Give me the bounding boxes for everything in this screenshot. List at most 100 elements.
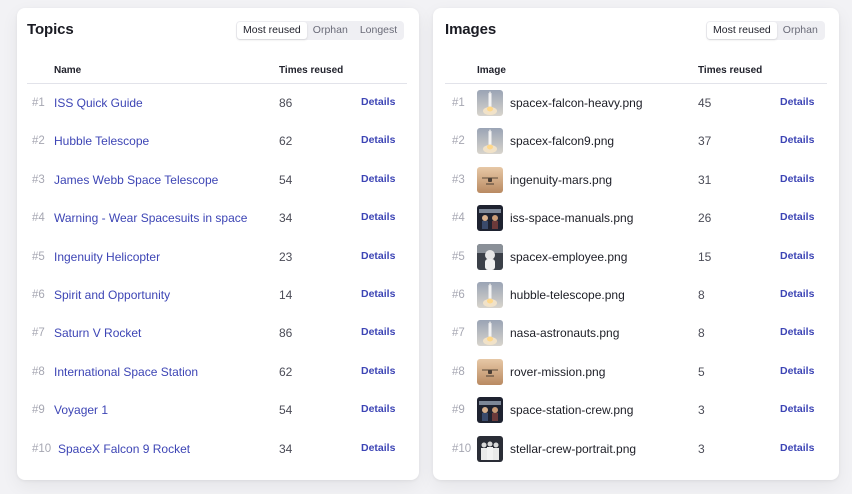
table-row: #1 spacex-falcon-heavy.png 45 Details: [433, 84, 839, 122]
details-link[interactable]: Details: [780, 276, 814, 312]
times-reused-value: 31: [698, 172, 712, 187]
details-link[interactable]: Details: [361, 238, 395, 274]
table-row: #4 Warning - Wear Spacesuits in space 34 De…: [17, 199, 419, 237]
image-thumbnail: [477, 205, 503, 232]
rank-label: #2: [32, 135, 45, 148]
image-filename: iss-space-manuals.png: [510, 211, 634, 226]
topics-table-body: #1 ISS Quick Guide 86 Details #2 Hubble Teles…: [17, 84, 419, 468]
details-link[interactable]: Details: [780, 314, 814, 350]
details-link[interactable]: Details: [361, 314, 395, 350]
rank-label: #8: [32, 365, 45, 378]
topic-link[interactable]: Warning - Wear Spacesuits in space: [54, 199, 247, 237]
table-row: #10 stellar-crew-portrait.png 3 Details: [433, 430, 839, 468]
details-link[interactable]: Details: [780, 161, 814, 197]
details-link[interactable]: Details: [361, 391, 395, 427]
topic-link[interactable]: Ingenuity Helicopter: [54, 238, 160, 276]
table-row: #2 Hubble Telescope 62 Details: [17, 122, 419, 160]
tab-orphan[interactable]: Orphan: [777, 22, 824, 39]
times-reused-value: 37: [698, 134, 712, 149]
image-filename: spacex-employee.png: [510, 249, 628, 264]
tab-longest[interactable]: Longest: [354, 22, 403, 39]
details-link[interactable]: Details: [780, 84, 814, 120]
details-link[interactable]: Details: [780, 391, 814, 427]
rank-label: #4: [32, 212, 45, 225]
image-thumbnail: [477, 281, 503, 308]
rank-label: #3: [452, 173, 465, 186]
topic-link[interactable]: Spirit and Opportunity: [54, 276, 170, 314]
table-row: #9 space-station-crew.png 3 Details: [433, 391, 839, 429]
topic-link[interactable]: James Webb Space Telescope: [54, 161, 218, 199]
details-link[interactable]: Details: [361, 276, 395, 312]
table-row: #8 International Space Station 62 Details: [17, 353, 419, 391]
details-link[interactable]: Details: [780, 353, 814, 389]
column-header-image: Image: [477, 65, 506, 76]
details-link[interactable]: Details: [361, 430, 395, 466]
images-table-header: Image Times reused: [433, 62, 839, 84]
times-reused-value: 5: [698, 364, 705, 379]
rank-label: #8: [452, 365, 465, 378]
rank-label: #6: [32, 288, 45, 301]
details-link[interactable]: Details: [780, 122, 814, 158]
rank-label: #1: [32, 97, 45, 109]
topic-link[interactable]: International Space Station: [54, 353, 198, 391]
times-reused-value: 26: [698, 211, 712, 226]
details-link[interactable]: Details: [361, 84, 395, 120]
table-row: #1 ISS Quick Guide 86 Details: [17, 84, 419, 122]
times-reused-value: 8: [698, 287, 705, 302]
table-row: #7 nasa-astronauts.png 8 Details: [433, 314, 839, 352]
image-thumbnail: [477, 358, 503, 385]
details-link[interactable]: Details: [780, 430, 814, 466]
tab-most-reused[interactable]: Most reused: [707, 22, 777, 39]
topic-link[interactable]: Saturn V Rocket: [54, 314, 141, 352]
topic-link[interactable]: ISS Quick Guide: [54, 84, 143, 122]
images-panel: Images Most reused Orphan Image Times re…: [433, 8, 839, 480]
rank-label: #2: [452, 135, 465, 148]
topic-link[interactable]: SpaceX Falcon 9 Rocket: [58, 430, 190, 468]
rank-label: #9: [452, 404, 465, 417]
times-reused-value: 15: [698, 249, 712, 264]
times-reused-value: 14: [279, 287, 293, 302]
details-link[interactable]: Details: [361, 161, 395, 197]
images-filter-tabs: Most reused Orphan: [706, 21, 825, 40]
rank-label: #7: [452, 327, 465, 340]
rank-label: #9: [32, 404, 45, 417]
topic-link[interactable]: Voyager 1: [54, 391, 108, 429]
table-row: #3 James Webb Space Telescope 54 Details: [17, 161, 419, 199]
table-row: #5 spacex-employee.png 15 Details: [433, 238, 839, 276]
table-row: #2 spacex-falcon9.png 37 Details: [433, 122, 839, 160]
table-row: #4 iss-space-manuals.png 26 Details: [433, 199, 839, 237]
image-filename: spacex-falcon-heavy.png: [510, 96, 643, 110]
rank-label: #7: [32, 327, 45, 340]
rank-label: #4: [452, 212, 465, 225]
times-reused-value: 54: [279, 172, 293, 187]
table-row: #5 Ingenuity Helicopter 23 Details: [17, 238, 419, 276]
image-filename: nasa-astronauts.png: [510, 326, 620, 341]
details-link[interactable]: Details: [361, 199, 395, 235]
images-title: Images: [445, 21, 497, 38]
table-row: #10 SpaceX Falcon 9 Rocket 34 Details: [17, 430, 419, 468]
image-thumbnail: [477, 435, 503, 462]
times-reused-value: 86: [279, 326, 293, 341]
image-thumbnail: [477, 90, 503, 116]
topics-filter-tabs: Most reused Orphan Longest: [236, 21, 405, 40]
image-filename: spacex-falcon9.png: [510, 134, 615, 149]
table-row: #8 rover-mission.png 5 Details: [433, 353, 839, 391]
image-filename: hubble-telescope.png: [510, 287, 625, 302]
rank-label: #10: [452, 442, 472, 455]
times-reused-value: 62: [279, 364, 293, 379]
table-row: #9 Voyager 1 54 Details: [17, 391, 419, 429]
table-row: #3 ingenuity-mars.png 31 Details: [433, 161, 839, 199]
images-table-body: #1 spacex-falcon-heavy.png 45 Details #2 spac…: [433, 84, 839, 468]
details-link[interactable]: Details: [780, 238, 814, 274]
details-link[interactable]: Details: [361, 122, 395, 158]
image-thumbnail: [477, 320, 503, 347]
tab-most-reused[interactable]: Most reused: [237, 22, 307, 39]
details-link[interactable]: Details: [780, 199, 814, 235]
rank-label: #5: [452, 250, 465, 263]
topic-link[interactable]: Hubble Telescope: [54, 122, 149, 160]
topics-title: Topics: [27, 21, 74, 38]
table-row: #6 hubble-telescope.png 8 Details: [433, 276, 839, 314]
topics-panel: Topics Most reused Orphan Longest Name T…: [17, 8, 419, 480]
tab-orphan[interactable]: Orphan: [307, 22, 354, 39]
details-link[interactable]: Details: [361, 353, 395, 389]
